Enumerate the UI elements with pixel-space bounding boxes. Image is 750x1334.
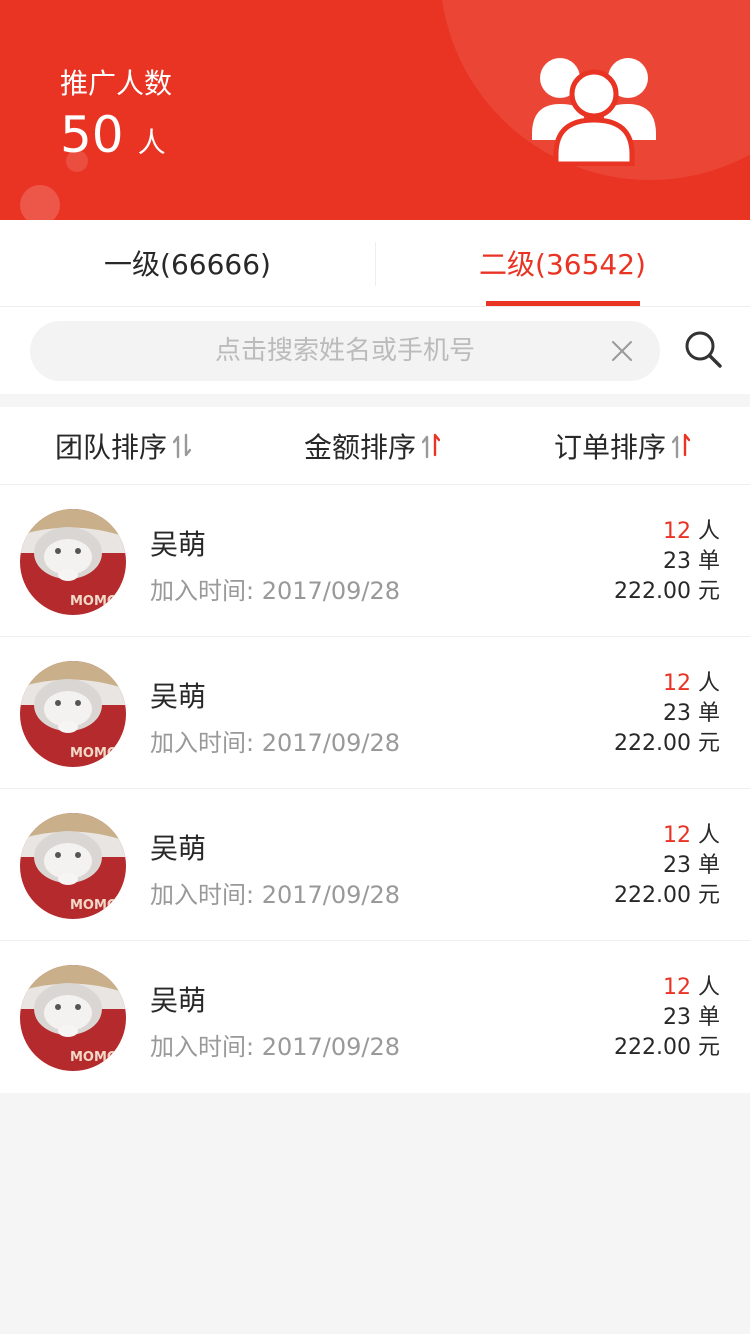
svg-text:MOMO: MOMO [70,1050,118,1065]
header-decoration [20,185,60,220]
list-item[interactable]: MOMO 吴萌 加入时间: 2017/09/28 12 人 23 单 222.0… [0,637,750,789]
tab-level-two[interactable]: 二级(36542) [375,220,750,306]
svg-text:MOMO: MOMO [70,594,118,609]
member-people-count: 12 人 [662,671,720,696]
tab-level-two-label: 二级(36542) [479,248,646,281]
member-name: 吴萌 [150,528,207,561]
active-tab-indicator [485,301,640,306]
member-amount: 222.00 元 [614,883,720,908]
member-amount: 222.00 元 [614,579,720,604]
search-input[interactable] [75,336,615,366]
sort-amount-label: 金额排序 [304,431,417,464]
group-icon [532,58,656,166]
member-list: MOMO 吴萌 加入时间: 2017/09/28 12 人 23 单 222.0… [0,485,750,1093]
sort-amount-button[interactable]: 金额排序 [304,407,441,485]
avatar: MOMO [20,509,126,615]
svg-text:MOMO: MOMO [70,746,118,761]
list-item[interactable]: MOMO 吴萌 加入时间: 2017/09/28 12 人 23 单 222.0… [0,789,750,941]
member-stats: 12 人 23 单 222.00 元 [614,821,720,911]
member-people-count: 12 人 [662,823,720,848]
member-people-count: 12 人 [662,975,720,1000]
sort-bar: 团队排序 金额排序 订单排序 [0,407,750,485]
member-name: 吴萌 [150,984,207,1017]
promoter-count: 50 人 [60,106,166,164]
member-join-time: 加入时间: 2017/09/28 [150,577,401,605]
member-join-time: 加入时间: 2017/09/28 [150,1033,401,1061]
member-join-time: 加入时间: 2017/09/28 [150,729,401,757]
sort-order-button[interactable]: 订单排序 [554,407,691,485]
member-stats: 12 人 23 单 222.00 元 [614,517,720,607]
member-join-time: 加入时间: 2017/09/28 [150,881,401,909]
sort-team-button[interactable]: 团队排序 [55,407,192,485]
svg-text:MOMO: MOMO [70,898,118,913]
avatar: MOMO [20,965,126,1071]
member-name: 吴萌 [150,680,207,713]
member-order-count: 23 单 [663,549,720,574]
tab-level-one-label: 一级(66666) [104,248,271,281]
member-people-count: 12 人 [662,519,720,544]
search-field [30,321,660,381]
promoter-count-value: 50 [60,106,124,164]
tab-level-one[interactable]: 一级(66666) [0,220,375,306]
member-amount: 222.00 元 [614,731,720,756]
list-item[interactable]: MOMO 吴萌 加入时间: 2017/09/28 12 人 23 单 222.0… [0,941,750,1093]
search-icon[interactable] [684,330,722,368]
avatar: MOMO [20,661,126,767]
member-stats: 12 人 23 单 222.00 元 [614,669,720,759]
promoter-count-unit: 人 [137,126,166,159]
member-amount: 222.00 元 [614,1035,720,1060]
sort-icon [173,433,192,459]
member-order-count: 23 单 [663,853,720,878]
member-order-count: 23 单 [663,1005,720,1030]
tab-divider [375,242,376,286]
sort-order-label: 订单排序 [554,431,667,464]
list-item[interactable]: MOMO 吴萌 加入时间: 2017/09/28 12 人 23 单 222.0… [0,485,750,637]
sort-icon [672,433,691,459]
member-name: 吴萌 [150,832,207,865]
clear-icon[interactable] [610,339,634,363]
promoter-count-label: 推广人数 [60,67,173,100]
avatar: MOMO [20,813,126,919]
member-stats: 12 人 23 单 222.00 元 [614,973,720,1063]
sort-icon [422,433,441,459]
header: 推广人数 50 人 [0,0,750,220]
member-order-count: 23 单 [663,701,720,726]
sort-team-label: 团队排序 [55,431,168,464]
search-bar [0,307,750,394]
